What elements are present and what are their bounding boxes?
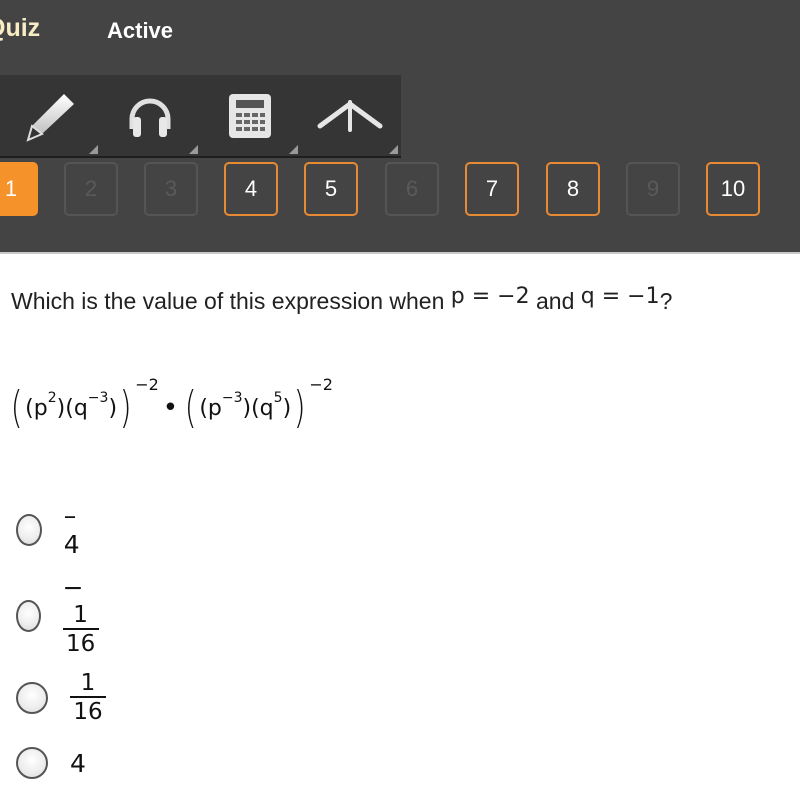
- term2-q: )(q: [242, 395, 274, 421]
- reference-tool-button[interactable]: [300, 75, 400, 156]
- close-paren: ): [293, 382, 306, 433]
- radio-button[interactable]: [16, 514, 42, 546]
- radio-button[interactable]: [16, 747, 48, 779]
- term1-q-exponent: −3: [87, 390, 109, 406]
- radio-button[interactable]: [16, 682, 48, 714]
- calculator-icon: [227, 92, 273, 140]
- prompt-text: Which is the value of this expression wh…: [11, 288, 451, 314]
- radio-button[interactable]: [16, 599, 41, 632]
- option-fraction: 1 16: [70, 670, 106, 726]
- question-button-9[interactable]: 9: [626, 162, 680, 216]
- app-title: Quiz: [0, 14, 41, 42]
- calculator-tool-button[interactable]: [200, 75, 300, 156]
- answer-option-4[interactable]: 4: [16, 747, 86, 779]
- question-button-4[interactable]: 4: [224, 162, 278, 216]
- question-button-5[interactable]: 5: [304, 162, 358, 216]
- question-button-2[interactable]: 2: [64, 162, 118, 216]
- numerator: 1: [73, 602, 88, 628]
- term2-close: ): [282, 395, 292, 421]
- quiz-header: Quiz Active: [0, 0, 800, 252]
- term1-close: ): [108, 395, 118, 421]
- denominator: 16: [73, 699, 103, 725]
- multiply-dot: •: [162, 393, 179, 423]
- answer-option-1[interactable]: –4: [16, 501, 86, 559]
- question-navigator: 1 2 3 4 5 6 7 8 9 10: [0, 162, 800, 216]
- prompt-conjunction: and: [529, 288, 581, 314]
- option-label: –4: [63, 501, 80, 559]
- option-label: 4: [70, 748, 86, 778]
- question-button-8[interactable]: 8: [546, 162, 600, 216]
- pencil-icon: [20, 88, 80, 144]
- dropdown-corner-indicator: [389, 145, 398, 154]
- headphones-icon: [122, 91, 178, 141]
- term1-p: (p: [25, 395, 48, 421]
- term1-q: )(q: [56, 395, 88, 421]
- pencil-tool-button[interactable]: [0, 75, 100, 156]
- option-fraction: − 1 16: [62, 573, 106, 658]
- status-label: Active: [107, 18, 174, 43]
- dropdown-corner-indicator: [189, 145, 198, 154]
- question-button-3[interactable]: 3: [144, 162, 198, 216]
- question-button-1[interactable]: 1: [0, 162, 38, 216]
- term2-p-exponent: −3: [221, 390, 243, 406]
- open-paren: (: [10, 382, 23, 433]
- question-button-7[interactable]: 7: [465, 162, 519, 216]
- term1-p-exponent: 2: [47, 390, 57, 406]
- fraction: 1 16: [62, 602, 99, 658]
- compass-icon: [316, 96, 384, 136]
- fraction: 1 16: [70, 670, 106, 726]
- dropdown-corner-indicator: [289, 145, 298, 154]
- audio-tool-button[interactable]: [100, 75, 200, 156]
- toolbar: [0, 75, 401, 158]
- numerator: 1: [80, 670, 96, 696]
- outer-exponent-2: −2: [309, 374, 333, 394]
- answer-option-3[interactable]: 1 16: [16, 670, 106, 726]
- variable-q-value: q = −1: [580, 284, 660, 309]
- header-divider: [0, 252, 800, 254]
- answer-option-2[interactable]: − 1 16: [16, 573, 106, 658]
- open-paren: (: [184, 382, 197, 433]
- dropdown-corner-indicator: [89, 145, 98, 154]
- question-button-10[interactable]: 10: [706, 162, 760, 216]
- denominator: 16: [65, 631, 96, 657]
- outer-exponent-1: −2: [135, 374, 159, 394]
- term2-q-exponent: 5: [273, 390, 283, 406]
- variable-p-value: p = −2: [450, 284, 530, 309]
- question-button-6[interactable]: 6: [385, 162, 439, 216]
- math-expression: ( (p 2)(q −3) ) −2 • ( (p −3)(q 5) ) −2: [8, 374, 333, 438]
- question-prompt: Which is the value of this expression wh…: [11, 284, 673, 315]
- option-sign: −: [62, 573, 84, 602]
- term2-p: (p: [199, 395, 222, 421]
- close-paren: ): [119, 382, 132, 433]
- prompt-end: ?: [659, 288, 673, 314]
